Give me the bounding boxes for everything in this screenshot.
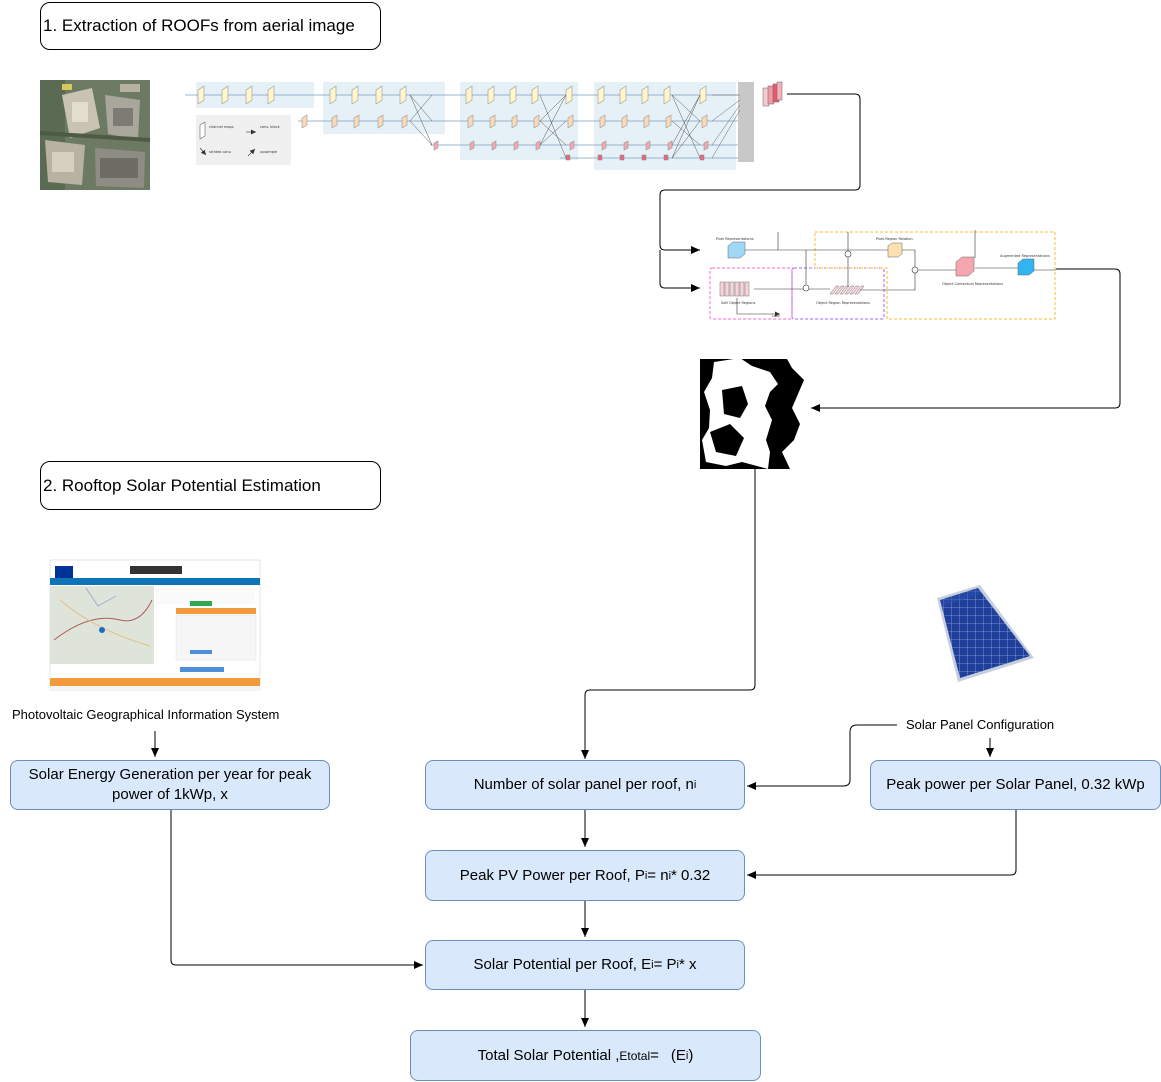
ocr-pixel-representations: Pixel Representations <box>716 237 754 241</box>
solar-panel-image <box>937 585 1034 682</box>
peak-pv-power-mid: = n <box>647 866 669 884</box>
ocr-object-contextual-representations: Object Contextual Representations <box>942 282 1003 286</box>
arrow-hrnet-to-soft-regions <box>659 250 700 292</box>
aerial-image <box>39 80 151 190</box>
arrow-mask-to-panels <box>581 469 756 759</box>
ocr-loss: Loss <box>772 314 780 318</box>
arrow-ocr-to-mask <box>811 268 1121 412</box>
peak-pv-power-text: Peak PV Power per Roof, P <box>459 866 645 884</box>
solar-panel-configuration-label: Solar Panel Configuration <box>906 717 1055 732</box>
solar-potential-text: Solar Potential per Roof, E <box>473 956 652 973</box>
peak-power-per-panel-box: Peak power per Solar Panel, 0.32 kWp <box>870 760 1161 810</box>
ocr-soft-object-regions: Soft Object Regions <box>721 301 756 305</box>
solar-energy-generation-box: Solar Energy Generation per year for pea… <box>10 760 330 810</box>
total-solar-potential-box: Total Solar Potential , Etotal = (E i) <box>410 1030 761 1081</box>
legend-strided-conv: strided conv. <box>209 150 232 154</box>
solar-potential-mid: = P <box>653 956 677 973</box>
peak-pv-power-tail: * 0.32 <box>671 866 711 884</box>
ocr-diagram: Pixel Representations Pixel-Region Relat… <box>709 230 1056 320</box>
number-of-panels-text: Number of solar panel per roof, n <box>473 776 694 793</box>
total-tail-close: ) <box>688 1046 694 1064</box>
legend-upsample: upsample <box>260 150 277 154</box>
total-text: Total Solar Potential , <box>477 1046 620 1064</box>
total-eq: = <box>650 1046 659 1064</box>
ocr-object-region-representations: Object Region Representations <box>816 301 870 305</box>
ocr-augmented-representations: Augmented Representations <box>1000 254 1050 258</box>
roof-mask-image <box>700 358 810 469</box>
flow-diagram-canvas: channel maps conv. block strided conv. u… <box>39 80 1121 1027</box>
number-of-panels-box: Number of solar panel per roof, ni <box>425 760 745 810</box>
pvgis-label: Photovoltaic Geographical Information Sy… <box>12 707 280 722</box>
legend-channel-maps: channel maps <box>209 125 234 129</box>
legend-conv-block: conv. block <box>260 125 281 129</box>
hrnet-diagram: channel maps conv. block strided conv. u… <box>185 81 783 170</box>
total-etotal: Etotal <box>619 1048 651 1063</box>
number-of-panels-subscript: i <box>693 779 697 791</box>
arrow-energy-gen-to-potential <box>170 810 423 969</box>
ocr-pixel-region-relation: Pixel-Region Relation <box>876 237 913 241</box>
solar-potential-per-roof-box: Solar Potential per Roof, Ei = Pi * x <box>425 940 745 990</box>
arrow-panel-power-to-peak-pv <box>747 810 1017 879</box>
peak-pv-power-box: Peak PV Power per Roof, Pi = ni * 0.32 <box>425 850 745 901</box>
solar-potential-tail: * x <box>678 956 697 973</box>
total-tail-open: (E <box>670 1046 686 1064</box>
pvgis-screenshot <box>49 559 261 691</box>
